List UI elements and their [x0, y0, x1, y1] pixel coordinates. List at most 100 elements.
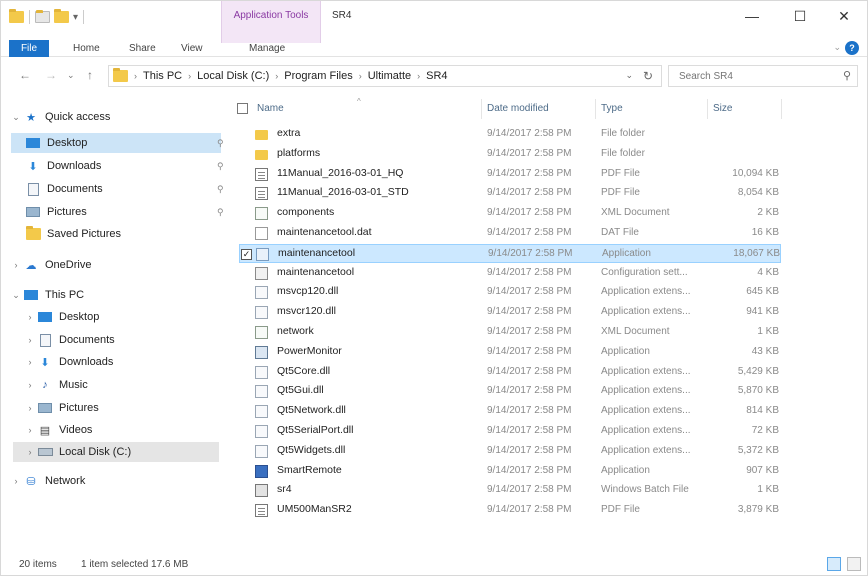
nav-local-disk[interactable]: › Local Disk (C:) — [13, 442, 219, 462]
row-checkbox[interactable]: ✓ — [241, 248, 252, 260]
table-row[interactable]: Qt5Widgets.dll 9/14/2017 2:58 PM Applicati… — [239, 442, 781, 461]
nav-pc-pictures[interactable]: › Pictures — [23, 398, 221, 418]
breadcrumb-separator[interactable]: › — [275, 71, 278, 81]
back-button[interactable]: ← — [19, 68, 31, 82]
nav-quick-downloads[interactable]: ⬇ Downloads ⚲ — [11, 156, 224, 176]
column-divider[interactable] — [781, 99, 782, 119]
customize-toolbar-icon[interactable]: ▾ — [73, 12, 78, 23]
pin-icon[interactable]: ⚲ — [217, 184, 224, 195]
nav-quick-pictures[interactable]: Pictures ⚲ — [11, 202, 224, 222]
table-row[interactable]: 11Manual_2016-03-01_HQ 9/14/2017 2:58 PM P… — [239, 165, 781, 184]
breadcrumb-ultimatte[interactable]: Ultimatte — [368, 70, 411, 82]
new-folder-icon[interactable] — [54, 9, 69, 23]
refresh-icon[interactable]: ↻ — [643, 69, 653, 83]
tab-manage[interactable]: Manage — [249, 43, 285, 54]
close-button[interactable]: ✕ — [821, 1, 867, 31]
table-row[interactable]: ✓ maintenancetool 9/14/2017 2:58 PM Applica… — [239, 243, 781, 263]
pin-icon[interactable]: ⚲ — [217, 138, 224, 149]
address-bar[interactable]: › This PC › Local Disk (C:) › Program Fi… — [108, 65, 662, 87]
expand-icon[interactable]: › — [9, 476, 23, 486]
table-row[interactable]: PowerMonitor 9/14/2017 2:58 PM Application… — [239, 343, 781, 362]
properties-icon[interactable] — [35, 10, 50, 23]
search-icon[interactable]: ⚲ — [843, 69, 851, 82]
minimize-button[interactable]: — — [729, 1, 775, 31]
nav-pc-documents[interactable]: › Documents — [23, 330, 221, 350]
up-button[interactable]: ↑ — [87, 68, 93, 82]
column-divider[interactable] — [481, 99, 482, 119]
search-input[interactable] — [669, 66, 829, 86]
help-icon[interactable]: ? — [845, 41, 859, 55]
address-dropdown-icon[interactable]: ⌄ — [625, 70, 633, 81]
nav-network[interactable]: › ⛁ Network — [9, 471, 221, 491]
tab-share[interactable]: Share — [129, 43, 156, 54]
expand-icon[interactable]: › — [23, 447, 37, 457]
file-list[interactable]: ^ Name Date modified Type Size extra 9/14… — [229, 97, 859, 547]
nav-pc-music[interactable]: › ♪ Music — [23, 375, 221, 395]
nav-quick-access[interactable]: ⌄ ★ Quick access — [9, 107, 221, 127]
nav-quick-desktop[interactable]: Desktop ⚲ — [11, 133, 224, 153]
tab-view[interactable]: View — [181, 43, 203, 54]
collapse-icon[interactable]: ⌄ — [9, 290, 23, 301]
table-row[interactable]: msvcp120.dll 9/14/2017 2:58 PM Application… — [239, 283, 781, 302]
breadcrumb-this-pc[interactable]: This PC — [143, 70, 182, 82]
expand-icon[interactable]: › — [23, 335, 37, 345]
breadcrumb-separator[interactable]: › — [359, 71, 362, 81]
tab-home[interactable]: Home — [73, 43, 100, 54]
column-divider[interactable] — [707, 99, 708, 119]
tab-file[interactable]: File — [9, 40, 49, 57]
expand-icon[interactable]: › — [23, 403, 37, 413]
details-view-button[interactable] — [827, 557, 841, 571]
table-row[interactable]: maintenancetool.dat 9/14/2017 2:58 PM DAT … — [239, 224, 781, 243]
nav-onedrive[interactable]: › ☁ OneDrive — [9, 255, 221, 275]
column-name[interactable]: Name — [257, 103, 284, 114]
table-row[interactable]: Qt5SerialPort.dll 9/14/2017 2:58 PM Applic… — [239, 422, 781, 441]
table-row[interactable]: platforms 9/14/2017 2:58 PM File folder — [239, 145, 781, 164]
nav-pc-downloads[interactable]: › ⬇ Downloads — [23, 352, 221, 372]
table-row[interactable]: Qt5Core.dll 9/14/2017 2:58 PM Application … — [239, 363, 781, 382]
table-row[interactable]: extra 9/14/2017 2:58 PM File folder — [239, 125, 781, 144]
breadcrumb-separator[interactable]: › — [417, 71, 420, 81]
navigation-pane[interactable]: ⌄ ★ Quick access Desktop ⚲ ⬇ Downloads ⚲… — [1, 97, 229, 547]
table-row[interactable]: sr4 9/14/2017 2:58 PM Windows Batch File 1 … — [239, 481, 781, 500]
nav-pc-desktop[interactable]: › Desktop — [23, 307, 221, 327]
expand-ribbon-icon[interactable]: ⌄ — [833, 42, 841, 53]
table-row[interactable]: Qt5Network.dll 9/14/2017 2:58 PM Applicati… — [239, 402, 781, 421]
pin-icon[interactable]: ⚲ — [217, 207, 224, 218]
nav-saved-pictures[interactable]: Saved Pictures — [11, 224, 221, 244]
maximize-button[interactable]: ☐ — [777, 1, 823, 31]
column-divider[interactable] — [595, 99, 596, 119]
nav-quick-documents[interactable]: Documents ⚲ — [11, 179, 224, 199]
search-box[interactable]: ⚲ — [668, 65, 858, 87]
expand-icon[interactable]: › — [9, 260, 23, 270]
large-icons-view-button[interactable] — [847, 557, 861, 571]
breadcrumb-separator[interactable]: › — [188, 71, 191, 81]
expand-icon[interactable]: › — [23, 312, 37, 322]
folder-icon[interactable] — [9, 9, 24, 23]
breadcrumb-local-disk[interactable]: Local Disk (C:) — [197, 70, 269, 82]
expand-icon[interactable]: › — [23, 380, 37, 390]
dll-file-icon — [255, 444, 268, 458]
file-type: Application extens... — [601, 405, 691, 417]
table-row[interactable]: SmartRemote 9/14/2017 2:58 PM Application 9… — [239, 462, 781, 481]
expand-icon[interactable]: › — [23, 425, 37, 435]
column-date-modified[interactable]: Date modified — [487, 103, 549, 114]
nav-this-pc[interactable]: ⌄ This PC — [9, 285, 221, 305]
collapse-icon[interactable]: ⌄ — [9, 112, 23, 123]
column-type[interactable]: Type — [601, 103, 623, 114]
forward-button[interactable]: → — [45, 68, 57, 82]
table-row[interactable]: Qt5Gui.dll 9/14/2017 2:58 PM Application e… — [239, 382, 781, 401]
pin-icon[interactable]: ⚲ — [217, 161, 224, 172]
table-row[interactable]: maintenancetool 9/14/2017 2:58 PM Configur… — [239, 264, 781, 283]
table-row[interactable]: UM500ManSR2 9/14/2017 2:58 PM PDF File 3,87… — [239, 501, 781, 520]
table-row[interactable]: msvcr120.dll 9/14/2017 2:58 PM Application… — [239, 303, 781, 322]
nav-pc-videos[interactable]: › ▤ Videos — [23, 420, 221, 440]
expand-icon[interactable]: › — [23, 357, 37, 367]
column-size[interactable]: Size — [713, 103, 732, 114]
recent-locations-button[interactable]: ⌄ — [67, 70, 75, 81]
table-row[interactable]: network 9/14/2017 2:58 PM XML Document 1 KB — [239, 323, 781, 342]
table-row[interactable]: 11Manual_2016-03-01_STD 9/14/2017 2:58 PM… — [239, 184, 781, 203]
table-row[interactable]: components 9/14/2017 2:58 PM XML Document 2… — [239, 204, 781, 223]
breadcrumb-program-files[interactable]: Program Files — [284, 70, 352, 82]
select-all-checkbox[interactable] — [237, 103, 248, 114]
breadcrumb-sr4[interactable]: SR4 — [426, 70, 447, 82]
